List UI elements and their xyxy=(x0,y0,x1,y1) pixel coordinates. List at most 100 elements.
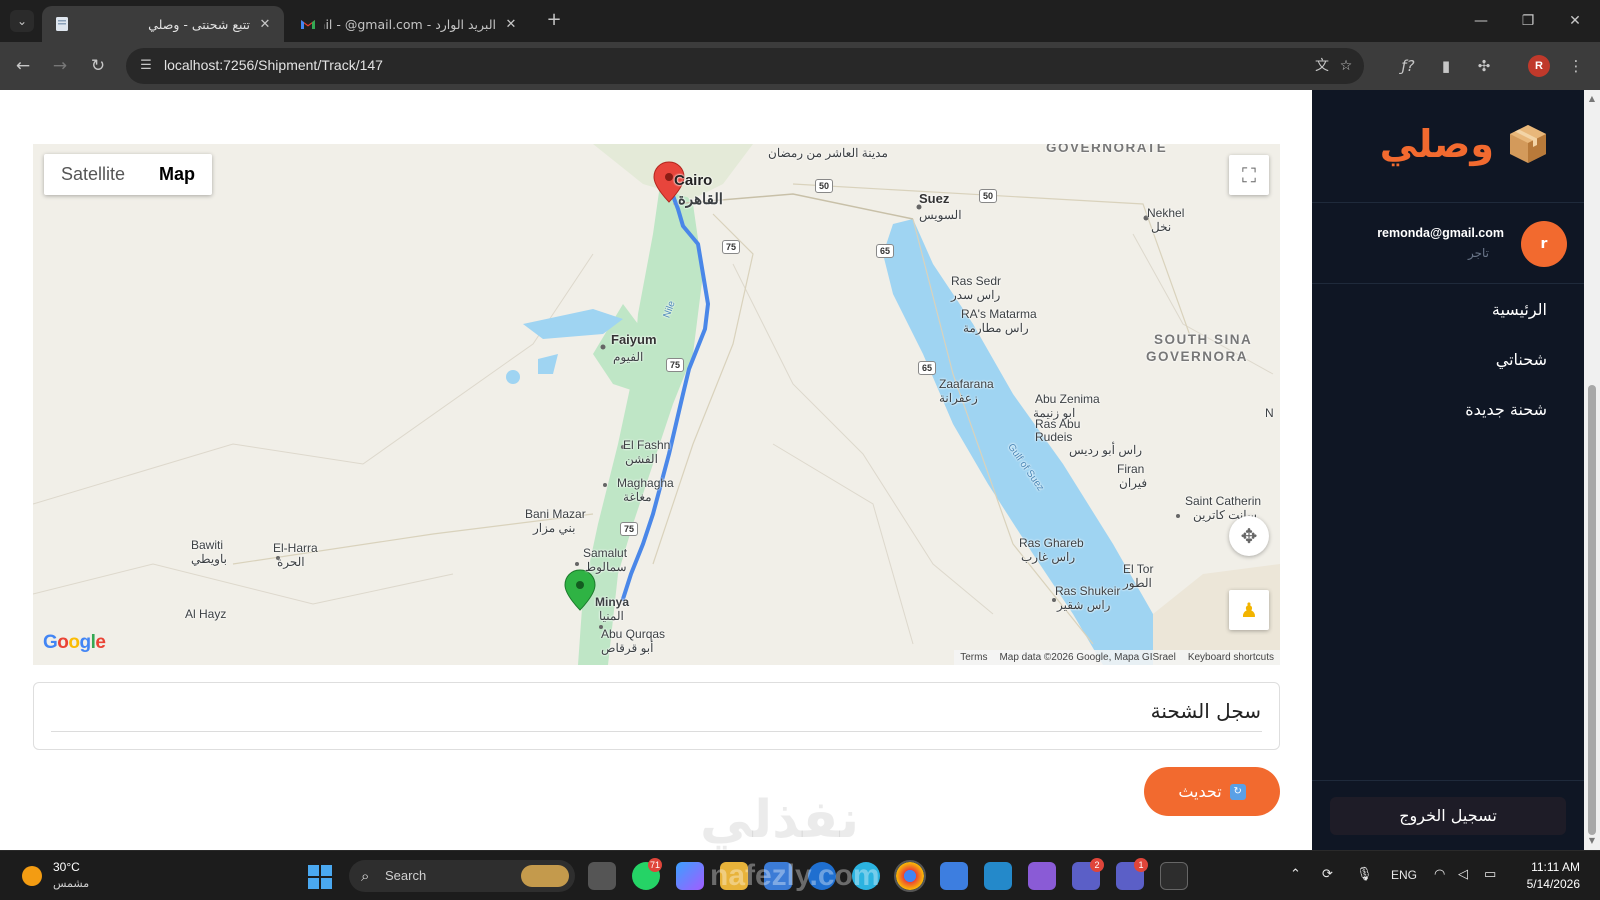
new-tab-icon[interactable]: + xyxy=(542,9,566,33)
map-attribution: Terms Map data ©2026 Google, Mapa GISrae… xyxy=(954,650,1280,665)
terms-link[interactable]: Terms xyxy=(960,652,987,663)
menu-icon[interactable]: ⋮ xyxy=(1564,54,1588,78)
clock-time[interactable]: 11:11 AM xyxy=(1531,860,1580,874)
copilot-icon[interactable] xyxy=(676,862,704,890)
map-label-samalut-ar: سمالوط xyxy=(585,560,627,574)
battery-icon[interactable]: ▭ xyxy=(1484,867,1496,882)
map-type-control: Satellite Map xyxy=(44,154,213,195)
user-role: تاجر xyxy=(1467,246,1489,260)
show-hidden-icons-icon[interactable]: ⌃ xyxy=(1290,867,1301,882)
sync-icon[interactable]: ⟳ xyxy=(1322,867,1333,882)
road-shield: 75 xyxy=(620,522,639,536)
refresh-button-label: تحديث xyxy=(1178,782,1222,801)
tab-tracking[interactable]: تتبع شحنتى - وصلي ✕ xyxy=(42,6,284,42)
map-label-bawiti-ar: باويطي xyxy=(191,552,227,566)
map-label-ras-ghareb: Ras Ghareb xyxy=(1019,536,1084,550)
scroll-down-icon[interactable]: ▼ xyxy=(1587,836,1597,846)
sidebar: وصلي r remonda@gmail.com تاجر الرئيسية ش… xyxy=(1312,90,1584,850)
url-text[interactable]: localhost:7256/Shipment/Track/147 xyxy=(164,57,383,73)
divider xyxy=(1312,780,1584,781)
map-label-ras-sedr-ar: راس سدر xyxy=(951,288,1001,302)
extensions-puzzle-icon[interactable]: ✣ xyxy=(1472,54,1496,78)
terminal-icon[interactable] xyxy=(1160,862,1188,890)
map-label-samalut: Samalut xyxy=(583,546,628,560)
map-label-abu-qurqas: Abu Qurqas xyxy=(601,627,666,641)
back-icon[interactable]: ← xyxy=(11,54,35,78)
wifi-icon[interactable]: ◠ xyxy=(1434,867,1445,882)
volume-icon[interactable]: ◁ xyxy=(1458,867,1468,882)
nav-item-my-shipments[interactable]: شحناتي xyxy=(1496,350,1547,369)
map-data-text: Map data ©2026 Google, Mapa GISrael xyxy=(999,652,1176,663)
address-bar[interactable]: ☰ localhost:7256/Shipment/Track/147 文 ☆ xyxy=(126,48,1364,84)
fullscreen-icon[interactable]: ⛶ xyxy=(1229,155,1269,195)
brand-logo[interactable]: وصلي xyxy=(1380,122,1548,166)
weather-temperature[interactable]: 30°C xyxy=(53,860,80,874)
road-shield: 75 xyxy=(666,358,685,372)
page-icon xyxy=(56,17,68,31)
scroll-up-icon[interactable]: ▲ xyxy=(1587,94,1597,104)
vscode-icon[interactable] xyxy=(984,862,1012,890)
map-label-ramadan: مدينة العاشر من رمضان xyxy=(768,146,888,160)
map-label-maghagha: Maghagha xyxy=(617,476,674,490)
user-avatar[interactable]: r xyxy=(1521,221,1567,267)
minimize-icon[interactable]: — xyxy=(1458,8,1504,34)
refresh-icon: ↻ xyxy=(1229,783,1246,800)
divider xyxy=(51,731,1262,732)
close-tab-icon[interactable]: ✕ xyxy=(258,17,272,32)
formula-extension-icon[interactable]: ƒ? xyxy=(1396,54,1420,78)
satellite-button[interactable]: Satellite xyxy=(44,154,142,195)
map-label-nekhel-ar: نخل xyxy=(1151,220,1172,234)
map-label-faiyum: Faiyum xyxy=(611,332,657,347)
map-label-minya-ar: المنيا xyxy=(599,609,624,623)
map-label-el-tor-ar: الطور xyxy=(1123,576,1152,590)
camera-control-icon[interactable]: ✥ xyxy=(1229,516,1269,556)
weather-sun-icon[interactable] xyxy=(22,866,42,886)
windows-start-icon[interactable] xyxy=(308,865,332,889)
tab-gmail[interactable]: البريد الوارد - Gmail - @gmail.com ✕ xyxy=(288,6,530,42)
map-label-ras-ghareb-ar: راس غارب xyxy=(1021,550,1076,564)
clock-date[interactable]: 5/14/2026 xyxy=(1527,877,1580,891)
logout-button[interactable]: تسجيل الخروج xyxy=(1330,797,1566,835)
profile-avatar[interactable]: R xyxy=(1528,55,1550,77)
close-window-icon[interactable]: ✕ xyxy=(1552,8,1598,34)
nav-item-new-shipment[interactable]: شحنة جديدة xyxy=(1465,400,1547,419)
map-label-minya: Minya xyxy=(595,595,630,609)
road-shield: 65 xyxy=(876,244,895,258)
teams-work-badge: 1 xyxy=(1134,858,1148,872)
task-view-icon[interactable] xyxy=(588,862,616,890)
taskbar-watermark: nafezly.com xyxy=(710,859,880,892)
nav-item-home[interactable]: الرئيسية xyxy=(1492,300,1547,319)
refresh-button[interactable]: ↻ تحديث xyxy=(1144,767,1280,816)
site-info-icon[interactable]: ☰ xyxy=(136,56,156,76)
map-label-ras-shukeir: Ras Shukeir xyxy=(1055,584,1121,598)
restore-icon[interactable]: ❐ xyxy=(1505,8,1551,34)
scrollbar-thumb[interactable] xyxy=(1588,385,1596,835)
reload-icon[interactable]: ↻ xyxy=(86,54,110,78)
map-label-bani-mazar-ar: بني مزار xyxy=(533,521,576,535)
chrome-icon[interactable] xyxy=(894,860,926,892)
tab-search-button[interactable]: ⌄ xyxy=(10,10,34,32)
extension-icon[interactable]: ▮ xyxy=(1434,54,1458,78)
shipment-history-card: سجل الشحنة xyxy=(33,682,1280,750)
road-shield: 50 xyxy=(815,179,834,193)
page-scrollbar[interactable]: ▲ ▼ xyxy=(1584,90,1600,850)
map-label-ras-abu-rudeis: Ras Abu Rudeis xyxy=(1035,417,1081,444)
pegman-icon[interactable]: ♟ xyxy=(1229,590,1269,630)
azure-data-studio-icon[interactable] xyxy=(940,862,968,890)
map-label-ras-sedr: Ras Sedr xyxy=(951,274,1002,288)
taskbar-search[interactable]: ⌕ Search xyxy=(349,860,575,892)
input-language[interactable]: ENG xyxy=(1391,868,1417,882)
translate-icon[interactable]: 文 xyxy=(1312,56,1332,76)
route-map[interactable]: Cairo القاهرة مدينة العاشر من رمضان Suez… xyxy=(33,144,1280,665)
weather-description[interactable]: مشمس xyxy=(53,877,89,890)
map-label-maghagha-ar: مغاغة xyxy=(623,490,652,504)
map-label-edge-n: N xyxy=(1265,406,1274,420)
keyboard-shortcuts-link[interactable]: Keyboard shortcuts xyxy=(1188,652,1274,663)
map-label-el-harra-ar: الحرة xyxy=(277,555,305,569)
bookmark-star-icon[interactable]: ☆ xyxy=(1336,56,1356,76)
close-tab-icon[interactable]: ✕ xyxy=(504,17,518,32)
visual-studio-icon[interactable] xyxy=(1028,862,1056,890)
mic-muted-icon[interactable]: 🎙 xyxy=(1356,867,1373,882)
map-button[interactable]: Map xyxy=(142,154,212,195)
forward-icon[interactable]: → xyxy=(48,54,72,78)
